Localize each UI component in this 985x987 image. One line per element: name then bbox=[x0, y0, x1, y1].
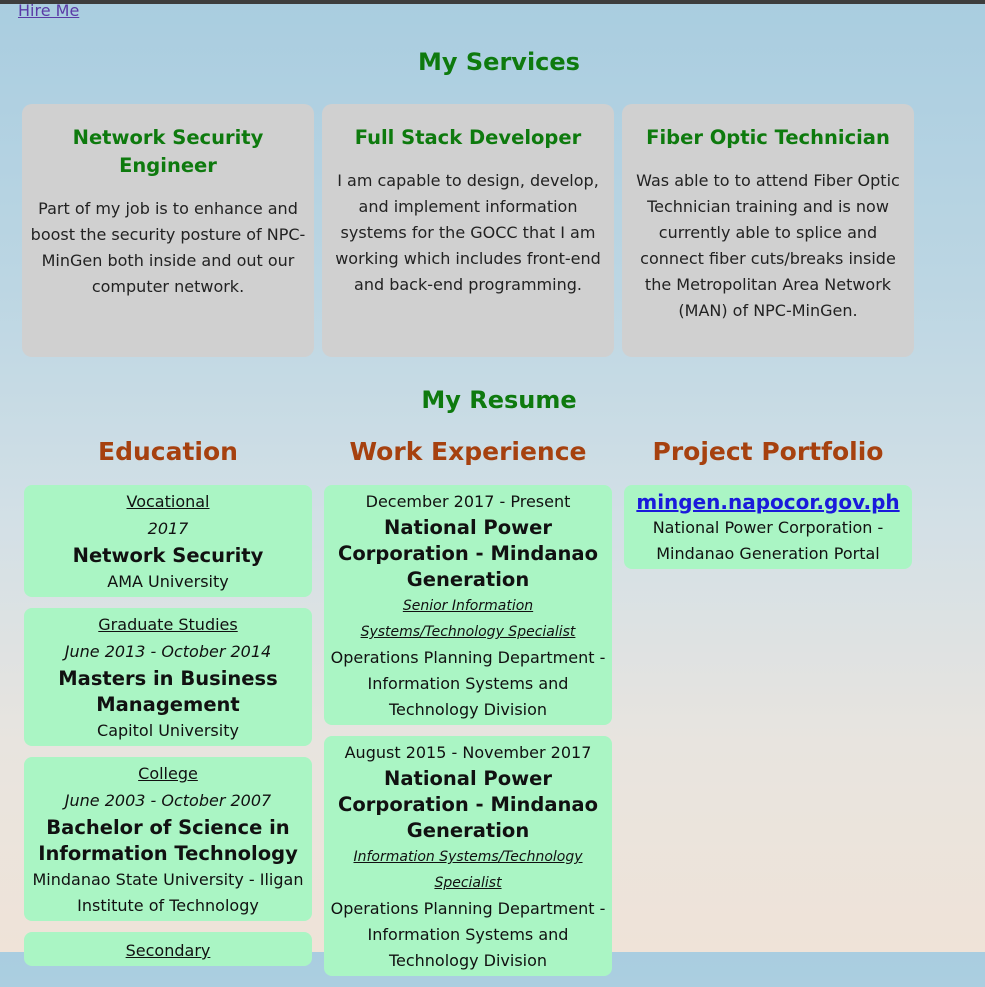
service-card-fiber-optic: Fiber Optic Technician Was able to to at… bbox=[622, 104, 914, 357]
work-card: December 2017 - Present National Power C… bbox=[324, 485, 612, 725]
work-experience-heading: Work Experience bbox=[349, 437, 587, 466]
work-period: August 2015 - November 2017 bbox=[344, 743, 592, 762]
education-level: College bbox=[138, 764, 198, 783]
portfolio-column: mingen.napocor.gov.ph National Power Cor… bbox=[624, 485, 912, 580]
education-school: Mindanao State University - Iligan Insti… bbox=[32, 870, 304, 915]
education-card: College June 2003 - October 2007 Bachelo… bbox=[24, 757, 312, 921]
education-card: Graduate Studies June 2013 - October 201… bbox=[24, 608, 312, 746]
resume-heading: My Resume bbox=[421, 386, 577, 414]
service-description: Was able to to attend Fiber Optic Techni… bbox=[636, 171, 900, 320]
service-description: I am capable to design, develop, and imp… bbox=[335, 171, 601, 294]
education-period: 2017 bbox=[147, 519, 189, 538]
portfolio-heading: Project Portfolio bbox=[652, 437, 884, 466]
education-title: Masters in Business Management bbox=[58, 667, 278, 716]
portfolio-link[interactable]: mingen.napocor.gov.ph bbox=[636, 490, 899, 514]
service-card-full-stack: Full Stack Developer I am capable to des… bbox=[322, 104, 614, 357]
education-card: Secondary bbox=[24, 932, 312, 966]
education-heading: Education bbox=[98, 437, 238, 466]
work-period: December 2017 - Present bbox=[365, 492, 571, 511]
top-bar bbox=[0, 0, 985, 4]
work-company: National Power Corporation - Mindanao Ge… bbox=[338, 516, 598, 591]
work-company: National Power Corporation - Mindanao Ge… bbox=[338, 767, 598, 842]
education-school: AMA University bbox=[107, 572, 229, 591]
portfolio-description: National Power Corporation - Mindanao Ge… bbox=[652, 518, 884, 563]
services-heading: My Services bbox=[418, 48, 580, 76]
service-title: Fiber Optic Technician bbox=[646, 126, 890, 149]
work-position: Information Systems/Technology Specialis… bbox=[353, 849, 583, 891]
education-level: Vocational bbox=[126, 492, 210, 511]
education-period: June 2003 - October 2007 bbox=[64, 791, 272, 810]
education-level: Graduate Studies bbox=[98, 615, 238, 634]
education-title: Network Security bbox=[72, 544, 264, 567]
service-title: Network Security Engineer bbox=[72, 126, 264, 177]
service-card-network-security: Network Security Engineer Part of my job… bbox=[22, 104, 314, 357]
work-column: December 2017 - Present National Power C… bbox=[324, 485, 612, 987]
education-school: Capitol University bbox=[97, 721, 239, 740]
work-department: Operations Planning Department - Informa… bbox=[330, 648, 606, 719]
education-card: Vocational 2017 Network Security AMA Uni… bbox=[24, 485, 312, 597]
education-period: June 2013 - October 2014 bbox=[64, 642, 272, 661]
education-level: Secondary bbox=[125, 941, 211, 960]
service-title: Full Stack Developer bbox=[354, 126, 582, 149]
service-description: Part of my job is to enhance and boost t… bbox=[30, 199, 306, 296]
education-column: Vocational 2017 Network Security AMA Uni… bbox=[24, 485, 312, 977]
work-card: August 2015 - November 2017 National Pow… bbox=[324, 736, 612, 976]
portfolio-card: mingen.napocor.gov.ph National Power Cor… bbox=[624, 485, 912, 569]
work-department: Operations Planning Department - Informa… bbox=[330, 899, 606, 970]
hire-me-link[interactable]: Hire Me bbox=[18, 1, 79, 21]
work-position: Senior Information Systems/Technology Sp… bbox=[360, 598, 576, 640]
education-title: Bachelor of Science in Information Techn… bbox=[38, 816, 298, 865]
